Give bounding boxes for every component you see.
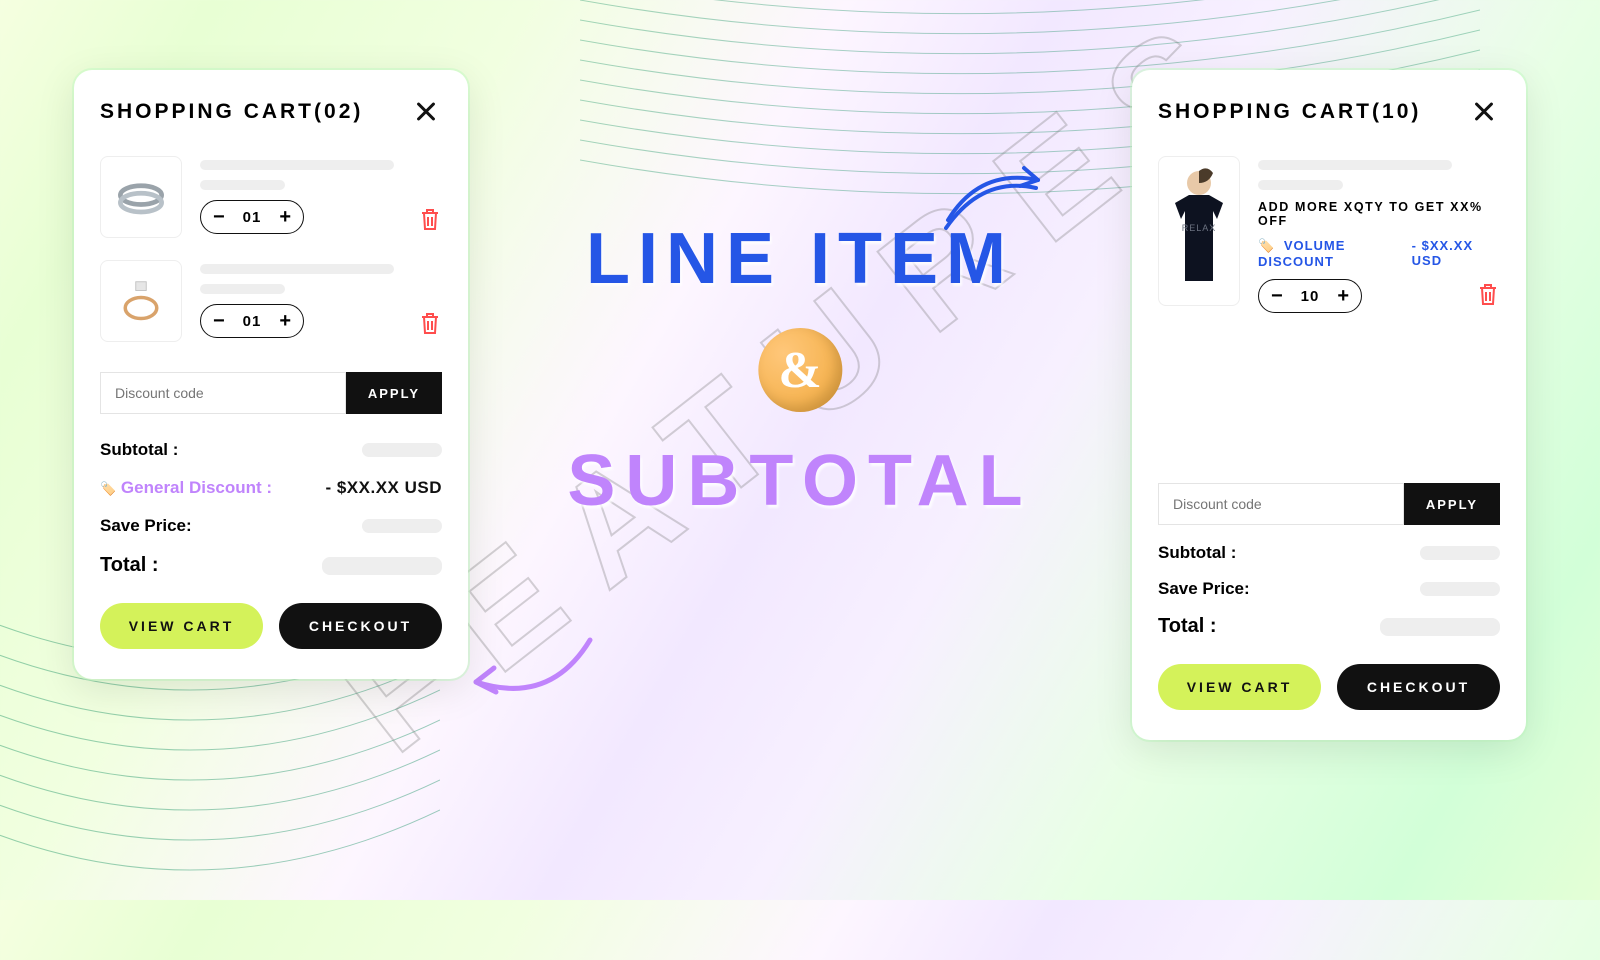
qty-value: 01: [243, 209, 262, 226]
center-headline: LINE ITEM & SUBTOTAL: [567, 218, 1032, 522]
svg-text:RELAX: RELAX: [1182, 223, 1217, 233]
qty-plus-button[interactable]: +: [275, 311, 295, 331]
save-price-label: Save Price:: [100, 516, 192, 536]
total-label: Total :: [1158, 615, 1217, 638]
volume-discount-label: VOLUME DISCOUNT: [1258, 238, 1412, 269]
skeleton-line: [200, 264, 394, 274]
skeleton-line: [200, 180, 285, 190]
product-thumb-ring: [100, 260, 182, 342]
view-cart-button[interactable]: VIEW CART: [100, 603, 263, 649]
title-count: (02): [314, 100, 363, 124]
quantity-stepper[interactable]: − 10 +: [1258, 279, 1362, 313]
checkout-button[interactable]: CHECKOUT: [1337, 664, 1500, 710]
promo-text: ADD MORE XQTY TO GET XX% OFF: [1258, 200, 1500, 228]
tag-icon: [1258, 238, 1275, 253]
trash-icon[interactable]: [418, 310, 442, 336]
trash-icon[interactable]: [418, 206, 442, 232]
headline-subtotal: SUBTOTAL: [567, 440, 1032, 522]
view-cart-button[interactable]: VIEW CART: [1158, 664, 1321, 710]
qty-minus-button[interactable]: −: [209, 311, 229, 331]
title-count: (10): [1372, 100, 1421, 124]
skeleton-line: [1258, 160, 1452, 170]
subtotal-label: Subtotal :: [1158, 543, 1236, 563]
qty-minus-button[interactable]: −: [209, 207, 229, 227]
general-discount-label: General Discount :: [100, 478, 272, 498]
skeleton-value: [322, 557, 442, 575]
title-prefix: SHOPPING CART: [100, 100, 314, 124]
skeleton-value: [1420, 546, 1500, 560]
panel-title: SHOPPING CART (02): [100, 100, 363, 124]
apply-button[interactable]: APPLY: [1404, 483, 1500, 525]
general-discount-value: - $XX.XX USD: [325, 478, 442, 498]
trash-icon[interactable]: [1476, 281, 1500, 307]
panel-title: SHOPPING CART (10): [1158, 100, 1421, 124]
title-prefix: SHOPPING CART: [1158, 100, 1372, 124]
skeleton-line: [200, 284, 285, 294]
volume-discount-value: - $XX.XX USD: [1412, 238, 1500, 269]
cart-panel-subtotal: SHOPPING CART (02) − 01 +: [74, 70, 468, 679]
cart-panel-lineitem: SHOPPING CART (10) RELAX ADD MORE XQTY T…: [1132, 70, 1526, 740]
quantity-stepper[interactable]: − 01 +: [200, 304, 304, 338]
total-label: Total :: [100, 554, 159, 577]
skeleton-value: [1380, 618, 1500, 636]
apply-button[interactable]: APPLY: [346, 372, 442, 414]
ampersand-badge: &: [758, 328, 842, 412]
qty-value: 01: [243, 313, 262, 330]
qty-plus-button[interactable]: +: [275, 207, 295, 227]
close-icon[interactable]: [1468, 96, 1500, 128]
qty-minus-button[interactable]: −: [1267, 286, 1287, 306]
headline-line-item: LINE ITEM: [586, 218, 1014, 300]
cart-item: − 01 +: [100, 260, 442, 342]
arrow-left-icon: [460, 630, 600, 720]
cart-item: − 01 +: [100, 156, 442, 238]
discount-code-input[interactable]: [1158, 483, 1404, 525]
qty-value: 10: [1301, 288, 1320, 305]
save-price-label: Save Price:: [1158, 579, 1250, 599]
discount-code-input[interactable]: [100, 372, 346, 414]
skeleton-line: [200, 160, 394, 170]
checkout-button[interactable]: CHECKOUT: [279, 603, 442, 649]
product-thumb-ring: [100, 156, 182, 238]
quantity-stepper[interactable]: − 01 +: [200, 200, 304, 234]
arrow-right-icon: [940, 160, 1060, 240]
close-icon[interactable]: [410, 96, 442, 128]
skeleton-value: [362, 443, 442, 457]
skeleton-value: [362, 519, 442, 533]
tag-icon: [100, 478, 116, 497]
skeleton-value: [1420, 582, 1500, 596]
cart-item: RELAX ADD MORE XQTY TO GET XX% OFF VOLUM…: [1158, 156, 1500, 313]
product-thumb-tshirt: RELAX: [1158, 156, 1240, 306]
qty-plus-button[interactable]: +: [1333, 286, 1353, 306]
subtotal-label: Subtotal :: [100, 440, 178, 460]
skeleton-line: [1258, 180, 1343, 190]
